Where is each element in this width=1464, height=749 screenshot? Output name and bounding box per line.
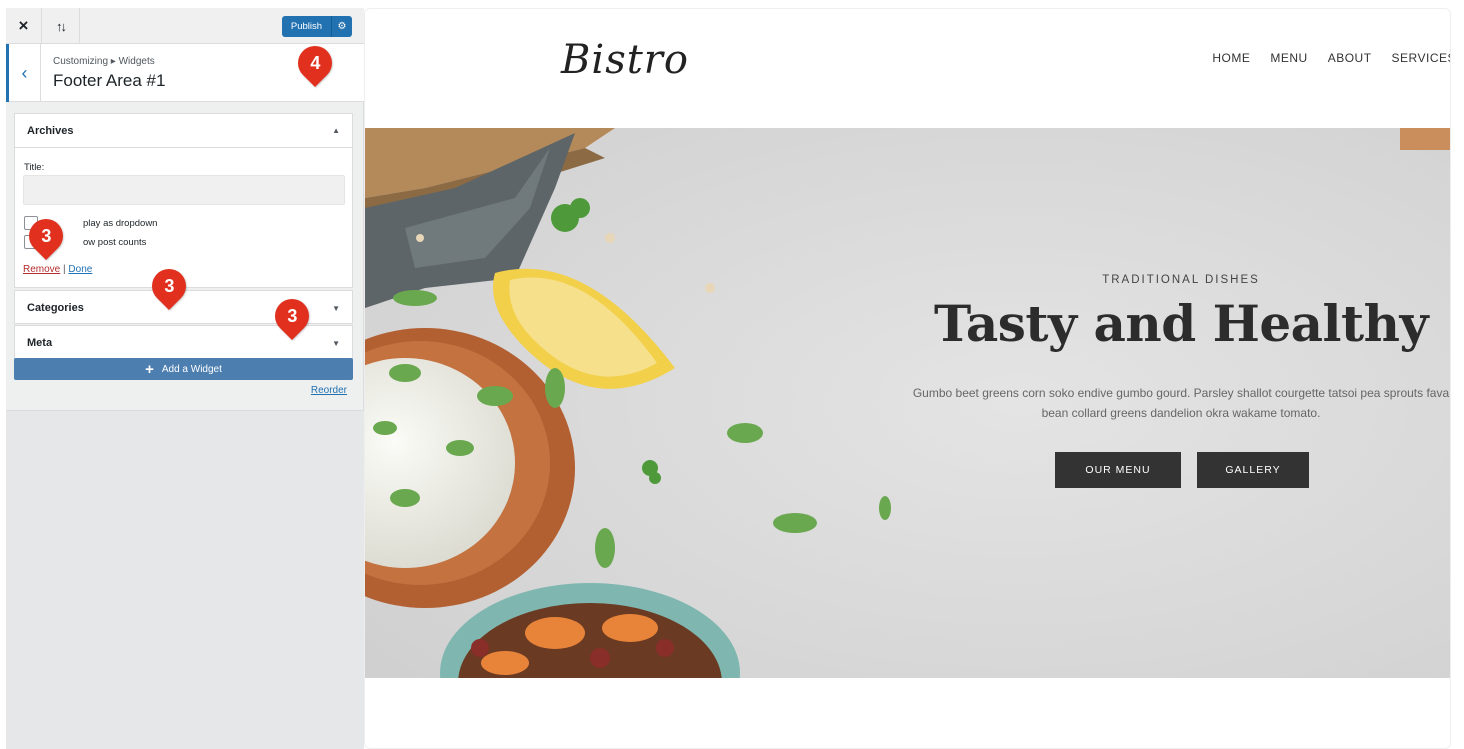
hero-section: TRADITIONAL DISHES Tasty and Healthy Gum…	[365, 128, 1450, 678]
expand-arrow-icon[interactable]: ▼	[332, 304, 340, 313]
title-label: Title:	[24, 162, 45, 173]
hero-headline: Tasty and Healthy	[933, 294, 1429, 353]
nav-item-services[interactable]: SERVICES	[1392, 51, 1450, 65]
publish-button[interactable]: Publish ⚙	[282, 16, 352, 37]
back-chevron-icon[interactable]: ‹	[6, 44, 41, 102]
collapse-arrow-icon[interactable]: ▲	[332, 126, 340, 135]
post-counts-option-label: ow post counts	[83, 237, 147, 248]
customizer-topbar: × ↑↓ Publish ⚙	[6, 8, 364, 44]
add-widget-button[interactable]: + Add a Widget	[14, 358, 353, 380]
breadcrumb: Customizing ▸ Widgets	[53, 56, 155, 67]
nav-item-about[interactable]: ABOUT	[1328, 51, 1372, 65]
sort-arrows-icon[interactable]: ↑↓	[42, 8, 80, 44]
reorder-link[interactable]: Reorder	[311, 385, 347, 396]
close-icon[interactable]: ×	[6, 8, 42, 44]
plus-icon: +	[145, 360, 154, 378]
widget-actions: Remove | Done	[23, 264, 92, 275]
site-header: Bistro HOME MENU ABOUT SERVICES	[365, 9, 1450, 128]
site-logo[interactable]: Bistro	[561, 37, 689, 83]
sidebar-empty-area	[6, 410, 364, 749]
hero-description: Gumbo beet greens corn soko endive gumbo…	[912, 386, 1450, 420]
publish-label[interactable]: Publish	[282, 16, 332, 37]
widget-archives-title: Archives	[27, 124, 74, 137]
gear-icon[interactable]: ⚙	[332, 16, 352, 37]
nav-item-menu[interactable]: MENU	[1270, 51, 1307, 65]
expand-arrow-icon[interactable]: ▼	[332, 339, 340, 348]
widget-categories-title: Categories	[27, 302, 84, 314]
widget-archives-header[interactable]: Archives ▲	[15, 114, 352, 148]
widget-meta[interactable]: Meta ▼	[14, 325, 353, 359]
main-nav: HOME MENU ABOUT SERVICES	[1212, 51, 1450, 65]
link-separator: |	[63, 264, 66, 275]
widget-archives: Archives ▲ Title: play as dropdown ow po…	[14, 113, 353, 288]
section-title: Footer Area #1	[53, 71, 166, 90]
dropdown-option-label: play as dropdown	[83, 218, 158, 229]
customizer-sidebar: × ↑↓ Publish ⚙ ‹ Customizing ▸ Widgets F…	[6, 8, 364, 749]
site-preview: Bistro HOME MENU ABOUT SERVICES TRADITIO…	[364, 8, 1451, 749]
title-input[interactable]	[23, 175, 345, 205]
our-menu-button[interactable]: OUR MENU	[1055, 452, 1181, 488]
gallery-button[interactable]: GALLERY	[1197, 452, 1309, 488]
widget-meta-header[interactable]: Meta ▼	[15, 326, 352, 360]
remove-link[interactable]: Remove	[23, 264, 60, 275]
widget-meta-title: Meta	[27, 337, 53, 349]
nav-item-home[interactable]: HOME	[1212, 51, 1250, 65]
hero-eyebrow: TRADITIONAL DISHES	[1102, 274, 1260, 286]
add-widget-label: Add a Widget	[161, 363, 222, 375]
screen: × ↑↓ Publish ⚙ ‹ Customizing ▸ Widgets F…	[0, 0, 1464, 749]
done-link[interactable]: Done	[68, 264, 92, 275]
